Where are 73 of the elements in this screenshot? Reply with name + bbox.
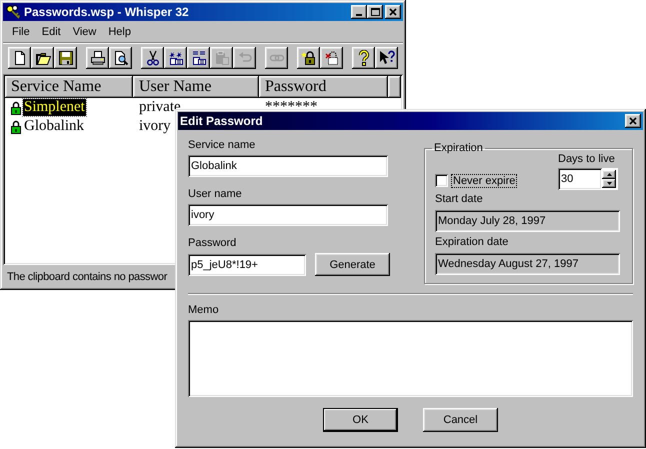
- status-text: The clipboard contains no passwor: [7, 270, 168, 285]
- table-cell[interactable]: Globalink: [23, 118, 85, 135]
- new-button[interactable]: [8, 47, 31, 69]
- close-button[interactable]: [385, 5, 401, 19]
- close-icon: [628, 116, 638, 126]
- service-name-field[interactable]: Globalink: [188, 155, 388, 177]
- checkbox-label[interactable]: Never expire: [452, 174, 516, 186]
- field-label: Memo: [188, 303, 220, 317]
- copy-all-button[interactable]: [164, 47, 187, 69]
- password-field[interactable]: p5_jeU8*!19+: [188, 254, 306, 276]
- close-icon: [388, 8, 398, 16]
- maximize-icon: [370, 8, 380, 16]
- up-arrow-icon: [606, 173, 612, 176]
- minimize-button[interactable]: [351, 5, 367, 19]
- generate-button[interactable]: Generate: [315, 253, 390, 276]
- padlock-icon: [11, 120, 21, 134]
- minimize-icon: [356, 14, 362, 16]
- window-title: Passwords.wsp - Whisper 32: [24, 5, 190, 19]
- spin-up-button[interactable]: [602, 170, 616, 179]
- remove-lock-button[interactable]: [320, 47, 343, 69]
- column-header[interactable]: User Name: [133, 76, 259, 98]
- days-field[interactable]: 30: [558, 168, 602, 190]
- field-label: Service name: [188, 138, 256, 152]
- close-button[interactable]: [625, 114, 641, 128]
- table-cell: private: [139, 99, 181, 116]
- clipboard-lines-icon: [190, 50, 206, 66]
- maximize-button[interactable]: [367, 5, 383, 19]
- field-label: Days to live: [558, 152, 616, 166]
- field-label: Expiration date: [435, 235, 510, 249]
- scissors-icon: [144, 50, 160, 66]
- printer-icon: [90, 50, 106, 66]
- table-cell[interactable]: Simplenet: [23, 99, 86, 116]
- column-header[interactable]: Password: [259, 76, 388, 98]
- spin-down-button[interactable]: [602, 179, 616, 188]
- group-legend: Expiration: [432, 142, 485, 154]
- field-label: User name: [188, 187, 243, 201]
- ok-button[interactable]: OK: [323, 408, 398, 432]
- menu-item[interactable]: View: [66, 26, 102, 38]
- preview-button[interactable]: [109, 47, 132, 69]
- save-button[interactable]: [54, 47, 77, 69]
- dialog-title: Edit Password: [180, 114, 264, 128]
- keys-icon: [5, 4, 21, 20]
- field-label: Password: [188, 236, 238, 250]
- checkbox[interactable]: [435, 174, 448, 187]
- menu-item[interactable]: File: [6, 26, 36, 38]
- expiration-date-field: Wednesday August 27, 1997: [435, 253, 620, 275]
- menu-item[interactable]: Help: [102, 26, 137, 38]
- clipboard-stars-icon: [168, 50, 184, 66]
- user-name-field[interactable]: ivory: [188, 204, 388, 226]
- padlock-star-icon: [300, 50, 316, 66]
- field-label: Start date: [435, 192, 484, 206]
- start-date-field: Monday July 28, 1997: [435, 210, 620, 232]
- menu-item[interactable]: Edit: [36, 26, 67, 38]
- pointer-question-icon: [378, 50, 394, 66]
- help-button[interactable]: [352, 47, 375, 69]
- blank-column-header: [388, 76, 401, 98]
- open-button[interactable]: [31, 47, 54, 69]
- table-cell: ivory: [139, 118, 171, 135]
- print-button[interactable]: [86, 47, 109, 69]
- column-header[interactable]: Service Name: [5, 76, 133, 98]
- copy-button[interactable]: [187, 47, 210, 69]
- table-cell-text: *******: [264, 99, 318, 116]
- cancel-button[interactable]: Cancel: [423, 408, 498, 432]
- context-help-button[interactable]: [375, 47, 398, 69]
- memo-field[interactable]: [188, 320, 633, 397]
- folder-icon: [34, 50, 50, 66]
- cut-button[interactable]: [141, 47, 164, 69]
- clipboard-icon: [214, 50, 230, 66]
- padlock-cross-icon: [324, 50, 340, 66]
- add-lock-button[interactable]: [297, 47, 320, 69]
- padlock-icon: [11, 100, 21, 114]
- page-magnifier-icon: [112, 50, 128, 66]
- down-arrow-icon: [606, 182, 612, 185]
